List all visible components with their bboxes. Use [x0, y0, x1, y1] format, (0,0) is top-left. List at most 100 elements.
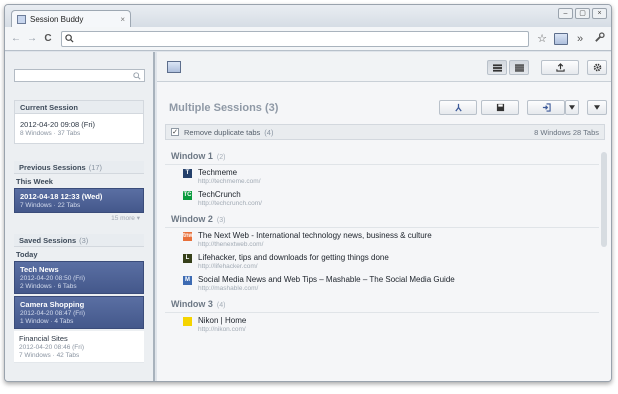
back-button[interactable]: ← [9, 32, 23, 46]
tab-close-icon[interactable]: × [120, 15, 125, 24]
open-options-dropdown[interactable] [565, 100, 579, 115]
nikon-icon [183, 317, 192, 326]
search-icon [133, 72, 141, 80]
lifehacker-icon: L [183, 254, 192, 263]
export-button[interactable] [541, 60, 579, 75]
tab-entry[interactable]: T Techmeme http://techmeme.com/ [165, 165, 605, 187]
tab-title[interactable]: Social Media News and Web Tips – Mashabl… [198, 275, 455, 284]
wrench-menu-icon[interactable] [592, 31, 606, 46]
session-meta: 1 Window · 4 Tabs [20, 318, 74, 325]
session-title: Tech News [20, 265, 59, 274]
gear-icon [593, 63, 601, 72]
tab-entry[interactable]: M Social Media News and Web Tips – Mashab… [165, 272, 605, 294]
tab-title: Session Buddy [30, 15, 84, 24]
bookmark-star-icon[interactable]: ☆ [535, 32, 549, 46]
mashable-icon: M [183, 276, 192, 285]
tab-entry[interactable]: TC TechCrunch http://techcrunch.com/ [165, 187, 605, 209]
tab-entry[interactable]: tnw The Next Web - International technolo… [165, 228, 605, 250]
sidebar: Current Session 2012-04-20 09:08 (Fri) 8… [5, 52, 155, 381]
scrollbar[interactable] [601, 152, 607, 247]
session-title: 2012-04-18 12:33 (Wed) [20, 192, 103, 201]
tab-url: http://lifehacker.com/ [198, 263, 258, 270]
session-title: 2012-04-20 09:08 (Fri) [20, 120, 96, 129]
export-icon [555, 63, 565, 72]
session-meta: 2 Windows · 6 Tabs [20, 283, 77, 290]
tab-url: http://techmeme.com/ [198, 178, 261, 185]
remove-duplicates-label: Remove duplicate tabs [184, 127, 261, 137]
main-toolbar [157, 52, 611, 82]
merge-button[interactable] [439, 100, 477, 115]
reload-button[interactable]: C [41, 32, 55, 46]
toolbar-overflow-icon[interactable]: » [573, 32, 587, 46]
tab-title[interactable]: TechCrunch [198, 190, 262, 199]
saved-session-item[interactable]: Financial Sites 2012-04-20 08:46 (Fri) 7… [14, 331, 144, 363]
tab-title[interactable]: Nikon | Home [198, 316, 246, 325]
minimize-button[interactable]: – [558, 8, 573, 19]
settings-button[interactable] [587, 60, 607, 75]
address-bar[interactable] [61, 30, 529, 47]
chevron-down-icon [569, 105, 575, 110]
window-heading: Window 3 (4) [165, 294, 599, 313]
remove-duplicates-checkbox[interactable]: ✓ [171, 128, 179, 136]
saved-session-item[interactable]: Camera Shopping 2012-04-20 08:47 (Fri) 1… [14, 296, 144, 329]
previous-sessions-count: (17) [88, 163, 103, 172]
title-bar: Session Buddy × – ▢ × [5, 5, 611, 28]
open-icon [542, 103, 551, 112]
session-buddy-extension-icon[interactable] [554, 32, 568, 45]
window-heading: Window 1 (2) [165, 146, 599, 165]
tab-entry[interactable]: L Lifehacker, tips and downloads for gett… [165, 250, 605, 272]
techmeme-icon: T [183, 169, 192, 178]
tab-title[interactable]: The Next Web - International technology … [198, 231, 432, 240]
group-label-this-week: This Week [16, 177, 53, 186]
session-date: 2012-04-20 08:47 (Fri) [20, 310, 86, 317]
window-tab-count: (2) [216, 154, 226, 161]
forward-button[interactable]: → [25, 32, 39, 46]
previous-sessions-panel: Previous Sessions (17) This Week 2012-04-… [14, 161, 144, 225]
group-label-today: Today [16, 250, 38, 259]
open-session-button[interactable] [527, 100, 565, 115]
session-stats: 8 Windows 28 Tabs [534, 127, 599, 137]
tab-url: http://mashable.com/ [198, 285, 259, 292]
saved-sessions-heading: Saved Sessions (3) [14, 234, 144, 247]
current-session-panel: Current Session 2012-04-20 09:08 (Fri) 8… [14, 100, 144, 144]
tab-title[interactable]: Lifehacker, tips and downloads for getti… [198, 253, 389, 262]
session-buddy-logo-icon [167, 61, 181, 73]
maximize-button[interactable]: ▢ [575, 8, 590, 19]
previous-session-item[interactable]: 2012-04-18 12:33 (Wed) 7 Windows · 22 Ta… [14, 188, 144, 213]
close-window-button[interactable]: × [592, 8, 607, 19]
save-session-button[interactable] [481, 100, 519, 115]
window-controls: – ▢ × [558, 8, 607, 19]
more-sessions-link[interactable]: 15 more ▾ [14, 213, 144, 225]
session-search-input[interactable] [14, 69, 145, 82]
session-meta: 8 Windows · 37 Tabs [20, 130, 81, 137]
session-title: Financial Sites [19, 334, 68, 343]
window-tab-count: (3) [216, 217, 226, 224]
main-panel: Multiple Sessions (3) ✓ Remove duplicate… [157, 52, 611, 381]
more-actions-dropdown[interactable] [587, 100, 607, 115]
tab-entry[interactable]: Nikon | Home http://nikon.com/ [165, 313, 605, 335]
window-title: Window 3 [171, 299, 213, 309]
save-icon [496, 103, 504, 112]
saved-sessions-panel: Saved Sessions (3) Today Tech News 2012-0… [14, 234, 144, 363]
saved-sessions-count: (3) [79, 236, 89, 245]
detail-view-button[interactable] [509, 60, 529, 75]
window-title: Window 1 [171, 151, 213, 161]
duplicates-count: (4) [264, 127, 274, 137]
saved-session-item[interactable]: Tech News 2012-04-20 08:50 (Fri) 2 Windo… [14, 261, 144, 294]
tab-url: http://techcrunch.com/ [198, 200, 262, 207]
tab-title[interactable]: Techmeme [198, 168, 261, 177]
window-tab-count: (4) [216, 302, 226, 309]
window-heading: Window 2 (3) [165, 209, 599, 228]
merge-icon [454, 103, 462, 112]
current-session-heading: Current Session [15, 101, 143, 114]
list-view-button[interactable] [487, 60, 507, 75]
current-session-item[interactable]: 2012-04-20 09:08 (Fri) 8 Windows · 37 Ta… [15, 114, 143, 143]
previous-sessions-heading: Previous Sessions (17) [14, 161, 144, 174]
chevron-down-icon [594, 105, 600, 110]
search-icon [65, 34, 74, 43]
session-meta: 7 Windows · 42 Tabs [19, 352, 80, 359]
session-meta: 7 Windows · 22 Tabs [20, 202, 81, 209]
browser-tab[interactable]: Session Buddy × [11, 10, 131, 28]
session-title: Camera Shopping [20, 300, 85, 309]
list-view-icon [492, 64, 502, 72]
